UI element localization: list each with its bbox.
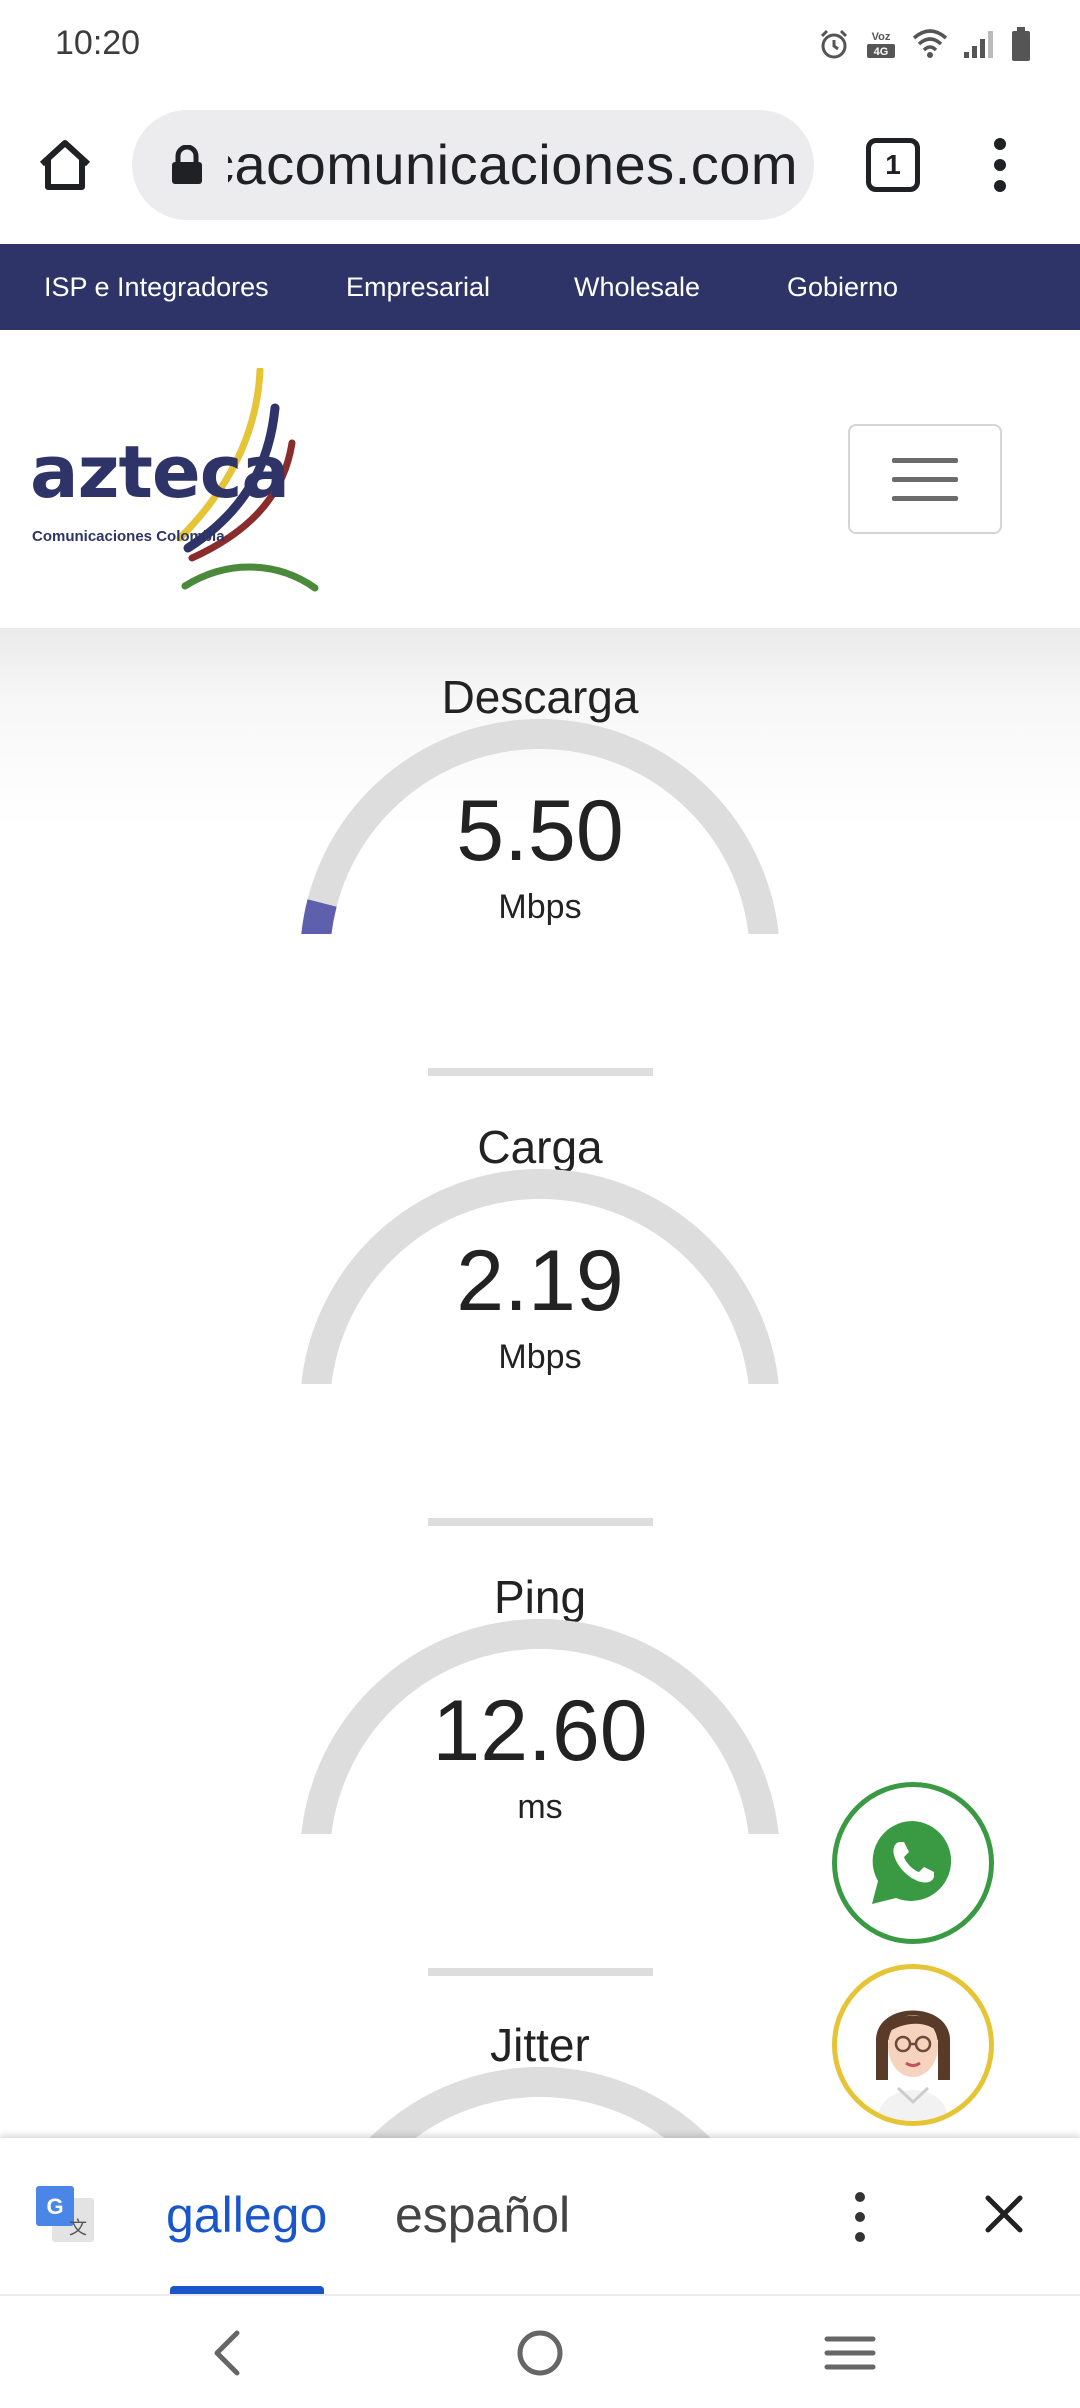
more-options-icon — [855, 2192, 865, 2202]
whatsapp-icon — [872, 1820, 952, 1904]
gauge-carga: Carga 2.19 Mbps — [300, 1120, 780, 1390]
nav-item-isp[interactable]: ISP e Integradores — [44, 272, 269, 303]
gauge-divider — [428, 1518, 653, 1526]
volte-icon: Voz 4G — [864, 27, 898, 61]
svg-text:文: 文 — [69, 2218, 87, 2239]
google-translate-icon[interactable]: G 文 — [34, 2184, 96, 2246]
gauge-value: 12.60 — [432, 1683, 648, 1779]
azteca-logo[interactable]: azteca Comunicaciones Colombia — [30, 368, 330, 598]
gauge-unit: Mbps — [498, 1338, 582, 1376]
logo-wordmark: azteca — [30, 430, 290, 514]
gauge-track — [369, 2067, 711, 2138]
support-agent-button[interactable] — [832, 1964, 994, 2126]
gauge-divider — [428, 1068, 653, 1076]
overflow-menu-icon — [994, 138, 1006, 150]
gauge-descarga: Descarga 5.50 Mbps — [300, 670, 780, 940]
home-icon — [39, 140, 91, 190]
whatsapp-button[interactable] — [832, 1782, 994, 1944]
home-button[interactable] — [30, 130, 100, 200]
support-agent-avatar — [875, 2010, 951, 2120]
gauge-ping: Ping 12.60 ms — [300, 1570, 780, 1840]
close-icon[interactable] — [974, 2184, 1034, 2244]
site-top-nav: ISP e Integradores Empresarial Wholesale… — [0, 244, 1080, 330]
translate-more-options-button[interactable] — [848, 2182, 872, 2252]
gauge-unit: Mbps — [498, 888, 582, 926]
recents-icon — [824, 2336, 876, 2370]
home-circle-icon — [517, 2330, 563, 2376]
nav-item-wholesale[interactable]: Wholesale — [574, 272, 700, 303]
gauge-value: 5.50 — [456, 783, 624, 879]
tabs-button[interactable]: 1 — [866, 138, 920, 192]
tab-source-language[interactable]: gallego — [166, 2186, 327, 2244]
site-menu-button[interactable] — [848, 424, 1002, 534]
tab-count: 1 — [885, 149, 901, 180]
gauge-divider — [428, 1968, 653, 1976]
system-home-button[interactable] — [505, 2320, 575, 2386]
gauge-value: 2.19 — [456, 1233, 624, 1329]
nav-item-empresarial[interactable]: Empresarial — [346, 272, 490, 303]
lock-icon — [172, 145, 202, 184]
url-bar[interactable]: aztecacomunicaciones.com — [132, 110, 814, 220]
alarm-icon — [818, 28, 850, 60]
tab-target-language[interactable]: español — [395, 2186, 570, 2244]
gauge-unit: ms — [517, 1788, 563, 1826]
wifi-icon — [912, 28, 948, 60]
status-bar: 10:20 Voz 4G — [0, 0, 1080, 90]
status-icons: Voz 4G — [818, 22, 1032, 66]
system-recents-button[interactable] — [815, 2320, 885, 2386]
svg-text:Voz: Voz — [872, 31, 891, 43]
hamburger-icon — [892, 457, 958, 463]
gauge-arc — [369, 2067, 711, 2138]
status-time: 10:20 — [55, 24, 141, 62]
back-icon — [214, 2330, 240, 2376]
system-navigation-bar — [0, 2294, 1080, 2408]
nav-item-gobierno[interactable]: Gobierno — [787, 272, 898, 303]
system-back-button[interactable] — [192, 2320, 262, 2386]
site-header: azteca Comunicaciones Colombia — [0, 330, 1080, 628]
svg-text:4G: 4G — [874, 46, 889, 58]
browser-menu-button[interactable] — [980, 130, 1020, 200]
translate-bar: G 文 gallego español — [0, 2138, 1080, 2294]
svg-text:G: G — [46, 2194, 63, 2219]
browser-toolbar: aztecacomunicaciones.com 1 — [0, 90, 1080, 242]
url-text: aztecacomunicaciones.com — [228, 133, 798, 196]
gauge-jitter: Jitter — [300, 2018, 780, 2138]
logo-subtitle: Comunicaciones Colombia — [32, 528, 225, 545]
battery-icon — [1010, 26, 1032, 62]
active-language-indicator — [170, 2286, 324, 2294]
signal-icon — [962, 28, 996, 60]
